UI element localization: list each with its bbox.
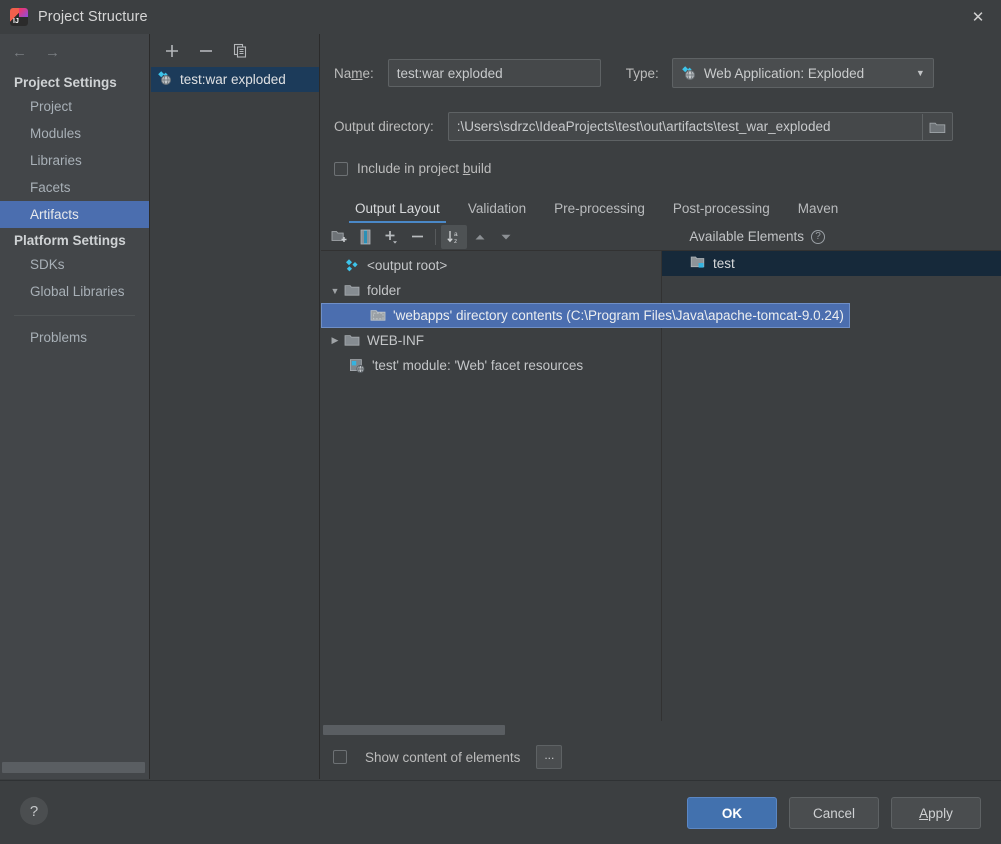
tree-row[interactable]: 'test' module: 'Web' facet resources	[321, 353, 588, 378]
available-elements-label: Available Elements	[689, 229, 804, 244]
add-element-dropdown-icon[interactable]	[378, 225, 404, 249]
project-structure-dialog: Project Structure ✕ ← → Project Settings…	[0, 0, 1001, 844]
chevron-down-icon: ▼	[915, 68, 925, 78]
sidebar-item-problems[interactable]: Problems	[0, 324, 149, 351]
artifact-name-input[interactable]: test:war exploded	[387, 59, 601, 87]
sidebar-item-modules[interactable]: Modules	[0, 120, 149, 147]
svg-text:a: a	[454, 231, 458, 238]
cancel-button[interactable]: Cancel	[789, 797, 879, 829]
artifact-tabs: Output Layout Validation Pre-processing …	[321, 193, 1001, 223]
add-archive-icon[interactable]	[352, 225, 378, 249]
artifact-type-select[interactable]: Web Application: Exploded ▼	[671, 58, 934, 88]
move-up-icon[interactable]	[467, 225, 493, 249]
tree-row[interactable]: <output root>	[321, 253, 452, 278]
tab-pre-processing[interactable]: Pre-processing	[540, 201, 659, 223]
name-label: Name:	[334, 65, 374, 81]
close-icon[interactable]: ✕	[955, 0, 1001, 34]
artifact-list-item-label: test:war exploded	[180, 72, 286, 87]
folder-icon	[344, 333, 362, 349]
help-icon[interactable]: ?	[811, 229, 825, 244]
include-in-build-row[interactable]: Include in project build	[321, 161, 1001, 176]
tab-validation[interactable]: Validation	[454, 201, 540, 223]
tree-row-label: WEB-INF	[367, 333, 424, 348]
help-button[interactable]: ?	[20, 797, 48, 825]
scrollbar-thumb[interactable]	[323, 725, 505, 735]
include-in-build-checkbox[interactable]	[334, 161, 348, 176]
window-title: Project Structure	[38, 9, 148, 25]
svg-text:z: z	[454, 238, 457, 245]
back-arrow-icon[interactable]: ←	[12, 45, 27, 60]
browse-folder-button[interactable]	[921, 113, 952, 140]
tree-twisty-expanded[interactable]: ▼	[326, 286, 344, 296]
sidebar-nav: ← →	[0, 34, 149, 70]
sort-alphabetically-icon[interactable]: a z	[441, 224, 467, 249]
tree-row-label: folder	[367, 283, 401, 298]
output-directory-label: Output directory:	[334, 119, 434, 134]
output-directory-value: :\Users\sdrzc\IdeaProjects\test\out\arti…	[456, 119, 831, 134]
copy-artifact-button[interactable]	[231, 42, 249, 60]
tree-twisty-collapsed[interactable]: ▶	[326, 335, 344, 346]
output-directory-input[interactable]: :\Users\sdrzc\IdeaProjects\test\out\arti…	[447, 112, 953, 141]
sidebar-item-project[interactable]: Project	[0, 93, 149, 120]
show-content-more-button[interactable]: ...	[536, 745, 563, 769]
artifact-toolbar	[151, 34, 319, 67]
include-in-build-label: Include in project build	[357, 161, 492, 176]
sidebar-horizontal-scrollbar[interactable]	[2, 762, 145, 773]
show-content-checkbox-group[interactable]: Show content of elements	[333, 750, 520, 765]
ok-button[interactable]: OK	[687, 797, 777, 829]
show-content-checkbox[interactable]	[333, 750, 347, 764]
folder-icon	[344, 283, 362, 299]
type-label: Type:	[625, 65, 659, 81]
sidebar-group-project-settings: Project Settings	[14, 75, 117, 90]
tree-row-label: 'test' module: 'Web' facet resources	[372, 358, 584, 373]
toolbar-divider	[435, 228, 436, 245]
sidebar-group-platform-settings: Platform Settings	[14, 233, 126, 248]
tree-row[interactable]: 'webapps' directory contents (C:\Program…	[321, 303, 850, 328]
tab-post-processing[interactable]: Post-processing	[659, 201, 784, 223]
dialog-buttons: OK Cancel Apply	[687, 797, 981, 829]
show-content-row: Show content of elements ...	[321, 737, 1001, 769]
sidebar-divider	[14, 315, 135, 316]
artifact-editor-panel: Name: test:war exploded Type: Web Applic…	[321, 34, 1001, 779]
output-layout-tree: <output root> ▼ folder 'webapps' directo…	[321, 251, 1001, 721]
remove-artifact-button[interactable]	[197, 42, 215, 60]
artifact-name-value: test:war exploded	[396, 65, 503, 81]
tree-row-label: <output root>	[367, 258, 448, 273]
sidebar-item-sdks[interactable]: SDKs	[0, 251, 149, 278]
artifact-list-panel: test:war exploded	[151, 34, 320, 779]
web-artifact-icon	[157, 70, 173, 89]
tab-maven[interactable]: Maven	[784, 201, 853, 223]
name-type-row: Name: test:war exploded Type: Web Applic…	[321, 58, 1001, 88]
output-directory-row: Output directory: :\Users\sdrzc\IdeaProj…	[321, 112, 1001, 141]
tree-row-label: 'webapps' directory contents (C:\Program…	[393, 308, 844, 323]
available-elements-header: Available Elements ?	[689, 229, 1001, 244]
web-artifact-icon	[681, 65, 697, 81]
tree-horizontal-scrollbar[interactable]	[321, 721, 1001, 737]
artifact-root-icon	[344, 258, 362, 274]
settings-sidebar: ← → Project Settings Project Modules Lib…	[0, 34, 150, 779]
artifact-type-value: Web Application: Exploded	[703, 65, 865, 81]
artifact-list-item[interactable]: test:war exploded	[151, 67, 319, 92]
sidebar-item-facets[interactable]: Facets	[0, 174, 149, 201]
tree-row[interactable]: ▼ folder	[321, 278, 406, 303]
forward-arrow-icon[interactable]: →	[45, 45, 60, 60]
directory-contents-icon	[370, 308, 388, 324]
sidebar-item-artifacts[interactable]: Artifacts	[0, 201, 149, 228]
add-artifact-button[interactable]	[163, 42, 181, 60]
intellij-idea-logo-icon	[10, 8, 28, 26]
tree-row[interactable]: ▶ WEB-INF	[321, 328, 429, 353]
sidebar-item-libraries[interactable]: Libraries	[0, 147, 149, 174]
remove-element-icon[interactable]	[404, 225, 430, 249]
web-facet-icon	[349, 358, 367, 374]
add-directory-icon[interactable]	[326, 225, 352, 249]
show-content-label: Show content of elements	[365, 749, 521, 765]
layout-panes: test <output root> ▼ folder 'webapps' di…	[321, 251, 1001, 721]
apply-button[interactable]: Apply	[891, 797, 981, 829]
tab-output-layout[interactable]: Output Layout	[341, 201, 454, 223]
move-down-icon[interactable]	[493, 225, 519, 249]
sidebar-item-global-libraries[interactable]: Global Libraries	[0, 278, 149, 305]
title-bar: Project Structure ✕	[0, 0, 1001, 34]
dialog-footer: ? OK Cancel Apply	[0, 780, 1001, 844]
output-layout-toolbar: a z Available Elements ?	[321, 223, 1001, 251]
